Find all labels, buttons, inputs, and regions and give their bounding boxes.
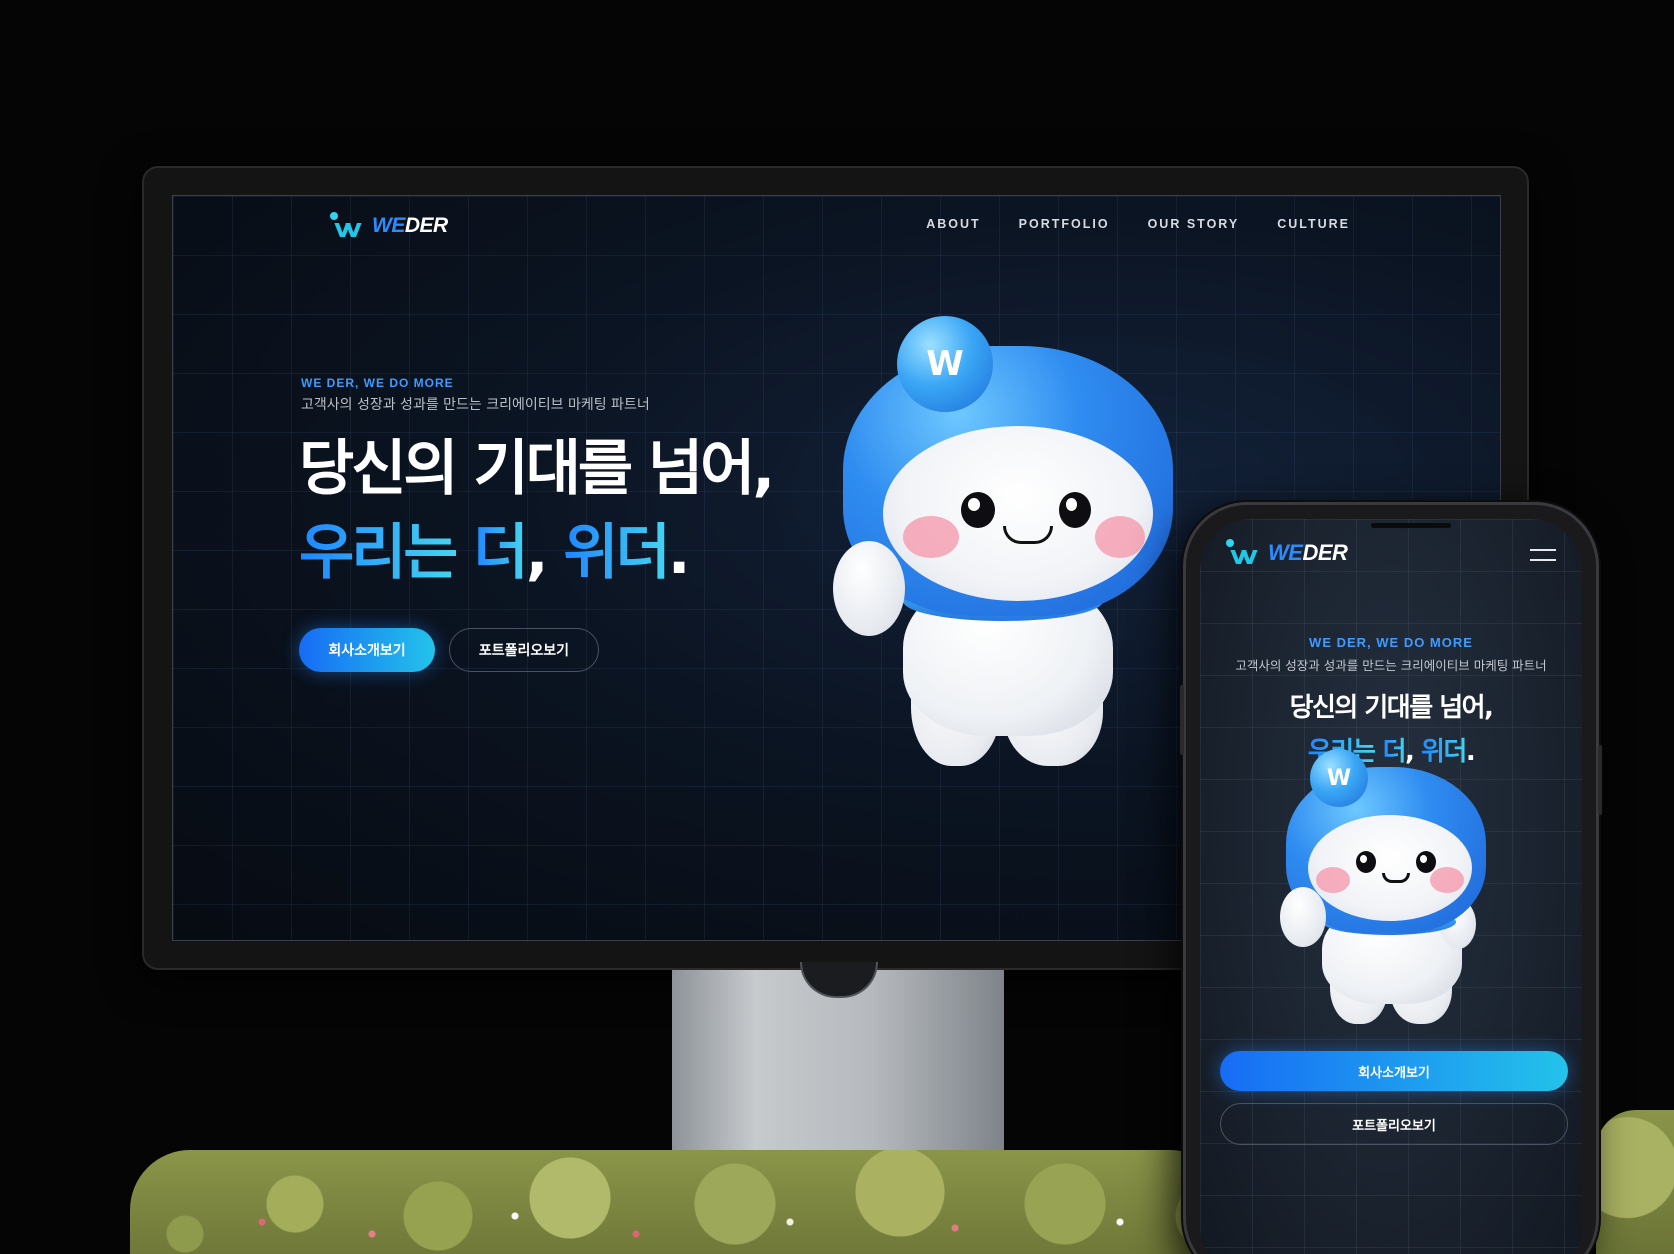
weder-logo-icon: vv (1226, 539, 1264, 569)
phone-power-button (1598, 745, 1602, 815)
mobile-logo-wordmark: WEDER (1268, 540, 1348, 565)
mobile-portfolio-button[interactable]: 포트폴리오보기 (1220, 1103, 1568, 1145)
mobile-screen: vv WEDER WE DER, WE DO MORE 고객사의 성장과 성과를… (1200, 519, 1582, 1254)
nav-item-about[interactable]: ABOUT (926, 217, 980, 231)
hero-eyebrow: WE DER, WE DO MORE (301, 376, 454, 390)
mobile-mascot-character: W (1280, 749, 1500, 1029)
mobile-mascot-logo-badge: W (1310, 749, 1368, 807)
nav-item-culture[interactable]: CULTURE (1277, 217, 1350, 231)
mobile-hero-eyebrow: WE DER, WE DO MORE (1309, 635, 1473, 650)
mascot-logo-badge: W (897, 316, 993, 412)
weder-logo-icon: vv (330, 212, 368, 242)
hamburger-menu-icon[interactable] (1530, 549, 1556, 561)
weder-mascot-character: W (833, 316, 1173, 776)
grass-decoration-right (1596, 1110, 1674, 1254)
mobile-company-intro-button[interactable]: 회사소개보기 (1220, 1051, 1568, 1091)
company-intro-button[interactable]: 회사소개보기 (299, 628, 435, 672)
hero-subtitle: 고객사의 성장과 성과를 만드는 크리에이티브 마케팅 파트너 (301, 397, 650, 413)
mobile-hero-headline-line1: 당신의 기대를 넘어, (1289, 693, 1494, 723)
nav-item-our-story[interactable]: OUR STORY (1148, 217, 1240, 231)
phone-notch (1371, 523, 1451, 528)
nav-item-portfolio[interactable]: PORTFOLIO (1019, 217, 1110, 231)
hero-headline-line1: 당신의 기대를 넘어, (299, 434, 775, 504)
site-logo[interactable]: vv WEDER (330, 212, 448, 242)
phone-side-button (1180, 685, 1184, 755)
main-nav: ABOUT PORTFOLIO OUR STORY CULTURE (926, 217, 1350, 231)
mobile-hero-subtitle: 고객사의 성장과 성과를 만드는 크리에이티브 마케팅 파트너 (1235, 658, 1547, 673)
mobile-site-logo[interactable]: vv WEDER (1226, 539, 1348, 569)
logo-wordmark: WEDER (372, 214, 448, 237)
portfolio-button[interactable]: 포트폴리오보기 (449, 628, 599, 672)
hero-headline-line2: 우리는 더, 위더. (299, 518, 691, 588)
mobile-phone: vv WEDER WE DER, WE DO MORE 고객사의 성장과 성과를… (1180, 502, 1602, 1254)
grass-decoration (130, 1150, 1230, 1254)
